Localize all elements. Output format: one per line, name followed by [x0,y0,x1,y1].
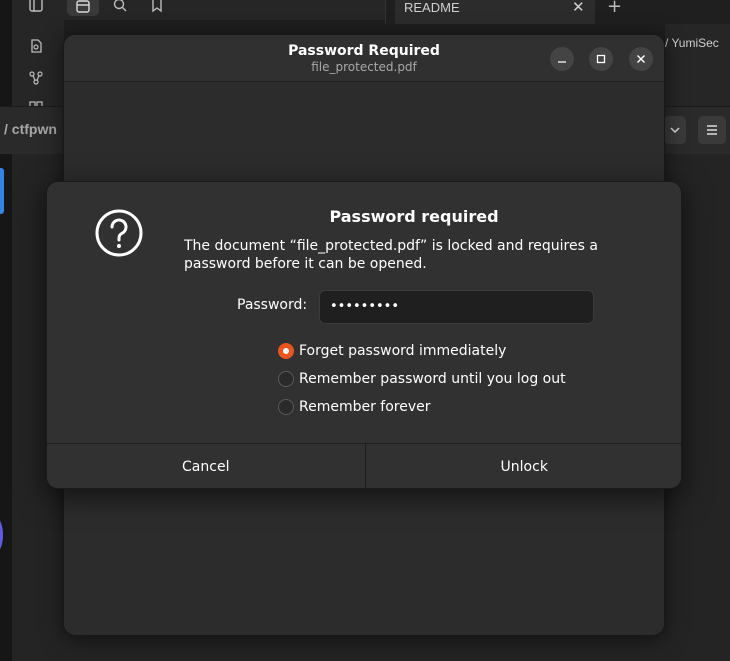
radio-unselected[interactable] [278,371,294,387]
password-field[interactable]: ••••••••• [319,290,594,324]
main-menu-button[interactable] [698,116,726,144]
minimize-icon [558,61,566,63]
window-title: Password Required [288,43,440,59]
chevron-down-icon [670,127,680,134]
new-file-icon[interactable] [28,38,44,54]
dialog-footer: Cancel Unlock [47,443,681,488]
background-path-label: / ctfpwn [4,121,57,137]
unlock-button[interactable]: Unlock [364,444,681,488]
path-dropdown-button[interactable] [664,116,686,144]
tab-close-icon[interactable]: ✕ [572,0,585,16]
option-label: Remember forever [299,399,431,415]
search-icon[interactable] [112,0,128,13]
sidebar-toggle-icon[interactable] [28,0,44,13]
dialog-message: The document “file_protected.pdf” is loc… [184,238,598,272]
background-toolbar [12,0,385,20]
dialog-heading: Password required [329,207,499,226]
radio-selected[interactable] [278,343,294,359]
background-ribbon [12,20,64,108]
cancel-button[interactable]: Cancel [47,444,365,488]
password-label: Password: [237,297,308,313]
option-label: Remember password until you log out [299,371,566,387]
close-icon [637,55,645,63]
new-tab-icon[interactable]: + [607,0,622,17]
background-breadcrumb: / YumiSec [665,36,719,50]
files-icon [76,0,90,13]
background-left-rail [0,0,12,661]
maximize-icon [596,54,606,64]
window-header: Password Required file_protected.pdf [64,35,664,82]
minimize-button[interactable] [550,47,574,71]
files-tab-button[interactable] [67,0,99,16]
graph-icon[interactable] [28,70,44,86]
window-subtitle: file_protected.pdf [311,60,417,74]
tab-readme-label: README [404,0,460,15]
question-icon [95,209,143,257]
option-remember-forever[interactable]: Remember forever [278,399,431,415]
menu-icon [707,125,717,135]
password-dialog: Password required The document “file_pro… [46,181,682,489]
background-active-indicator [0,168,4,214]
option-forget-immediately[interactable]: Forget password immediately [278,343,506,359]
option-remember-until-logout[interactable]: Remember password until you log out [278,371,566,387]
close-button[interactable] [629,47,653,71]
maximize-button[interactable] [589,47,613,71]
bookmark-icon[interactable] [149,0,165,13]
option-label: Forget password immediately [299,343,507,359]
radio-unselected[interactable] [278,399,294,415]
